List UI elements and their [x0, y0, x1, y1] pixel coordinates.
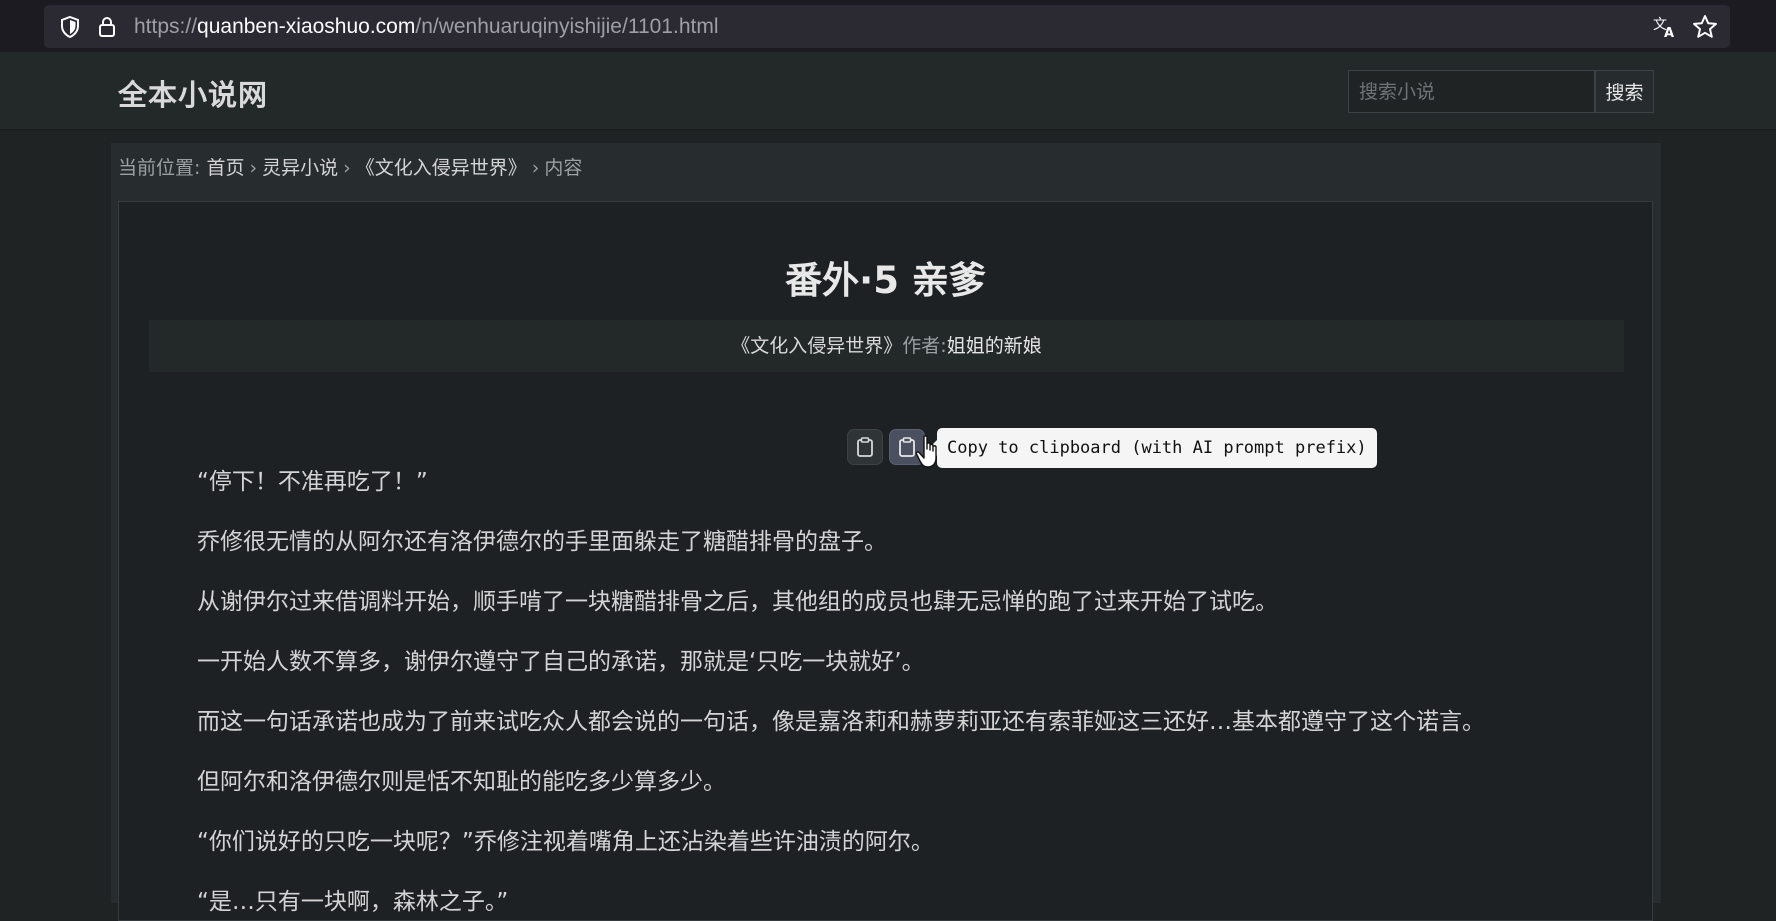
paragraph: 一开始人数不算多，谢伊尔遵守了自己的承诺，那就是‘只吃一块就好’。 [197, 649, 925, 675]
url-path: /n/wenhuaruqinyishijie/1101.html [415, 15, 719, 38]
paragraph: “是…只有一块啊，森林之子。” [197, 889, 509, 915]
shield-icon[interactable] [52, 5, 88, 48]
paragraph: “停下！不准再吃了！” [197, 469, 428, 495]
breadcrumb-category-link[interactable]: 灵异小说 [262, 157, 338, 179]
author-label: 作者: [902, 335, 947, 357]
url-text[interactable]: https://quanben-xiaoshuo.com/n/wenhuaruq… [134, 5, 719, 48]
browser-toolbar: https://quanben-xiaoshuo.com/n/wenhuaruq… [0, 0, 1776, 52]
copy-clipboard-button[interactable] [847, 429, 883, 465]
book-name[interactable]: 《文化入侵异世界》 [731, 335, 902, 357]
paragraph: 但阿尔和洛伊德尔则是恬不知耻的能吃多少算多少。 [197, 769, 726, 795]
breadcrumb-prefix: 当前位置: [118, 157, 201, 179]
translate-icon[interactable]: 文A [1648, 5, 1682, 48]
paragraph: 从谢伊尔过来借调料开始，顺手啃了一块糖醋排骨之后，其他组的成员也肆无忌惮的跑了过… [197, 589, 1278, 615]
chapter-title: 番外·5 亲爹 [785, 259, 986, 302]
search-input[interactable] [1348, 70, 1595, 113]
paragraph: “你们说好的只吃一块呢？”乔修注视着嘴角上还沾染着些许油渍的阿尔。 [197, 829, 934, 855]
breadcrumb-separator: › [343, 157, 351, 179]
site-logo[interactable]: 全本小说网 [118, 72, 268, 114]
url-prefix: https:// [134, 15, 198, 38]
breadcrumb-current: 内容 [544, 157, 583, 179]
breadcrumb-separator: › [249, 157, 258, 179]
bookmark-star-icon[interactable] [1688, 5, 1722, 48]
svg-text:A: A [1664, 26, 1674, 39]
hand-cursor-icon [915, 435, 937, 468]
breadcrumb-home-link[interactable]: 首页 [206, 157, 244, 179]
clipboard-icon [899, 437, 915, 457]
clipboard-icon [857, 437, 873, 457]
address-bar[interactable]: https://quanben-xiaoshuo.com/n/wenhuaruq… [44, 5, 1730, 48]
lock-icon[interactable] [92, 5, 122, 48]
url-host: quanben-xiaoshuo.com [197, 15, 416, 38]
tooltip: Copy to clipboard (with AI prompt prefix… [929, 428, 1377, 468]
chapter-info-bar: 《文化入侵异世界》作者:姐姐的新娘 [149, 320, 1624, 372]
paragraph: 乔修很无情的从阿尔还有洛伊德尔的手里面躲走了糖醋排骨的盘子。 [197, 529, 887, 555]
article-box: 番外·5 亲爹 《文化入侵异世界》作者:姐姐的新娘 Copy to clipbo… [118, 201, 1653, 921]
breadcrumb-separator: › [531, 157, 540, 179]
site-header: 全本小说网 搜索 [0, 52, 1776, 130]
search-button[interactable]: 搜索 [1595, 70, 1654, 113]
breadcrumb: 当前位置: 首页 › 灵异小说 › 《文化入侵异世界》 › 内容 [118, 153, 582, 183]
content-wrapper: 当前位置: 首页 › 灵异小说 › 《文化入侵异世界》 › 内容 番外·5 亲爹 《文化入侵… [111, 143, 1661, 921]
paragraph: 而这一句话承诺也成为了前来试吃众人都会说的一句话，像是嘉洛莉和赫萝莉亚还有索菲娅… [197, 709, 1485, 735]
author-name[interactable]: 姐姐的新娘 [947, 335, 1042, 357]
breadcrumb-book-link[interactable]: 《文化入侵异世界》 [356, 157, 527, 179]
